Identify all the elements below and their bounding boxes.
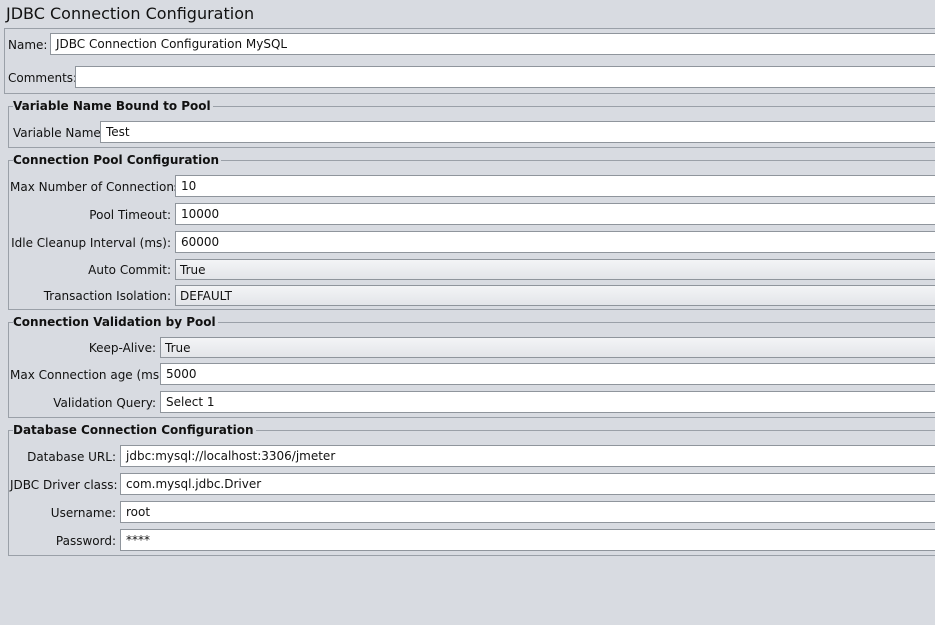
- database-url-field[interactable]: jdbc:mysql://localhost:3306/jmeter: [120, 445, 935, 467]
- keep-alive-label: Keep-Alive:: [88, 341, 156, 355]
- keep-alive-select[interactable]: True: [160, 337, 935, 358]
- auto-commit-label: Auto Commit:: [88, 263, 171, 277]
- database-url-label: Database URL:: [27, 450, 116, 464]
- pool-timeout-field[interactable]: 10000: [175, 203, 935, 225]
- name-label: Name:: [8, 38, 48, 52]
- transaction-isolation-label: Transaction Isolation:: [43, 289, 171, 303]
- comments-field[interactable]: [75, 66, 935, 88]
- driver-class-label: JDBC Driver class:: [10, 478, 118, 492]
- auto-commit-select[interactable]: True: [175, 259, 935, 280]
- variable-name-label: Variable Name:: [13, 126, 105, 140]
- pool-timeout-label: Pool Timeout:: [89, 208, 171, 222]
- max-connections-field[interactable]: 10: [175, 175, 935, 197]
- variable-name-field[interactable]: Test: [100, 121, 935, 143]
- idle-cleanup-label: Idle Cleanup Interval (ms):: [11, 236, 171, 250]
- name-field[interactable]: JDBC Connection Configuration MySQL: [50, 33, 935, 55]
- max-connections-label: Max Number of Connections:: [10, 180, 185, 194]
- comments-label: Comments:: [8, 71, 78, 85]
- username-field[interactable]: root: [120, 501, 935, 523]
- max-age-field[interactable]: 5000: [160, 363, 935, 385]
- connection-pool-title: Connection Pool Configuration: [13, 153, 222, 167]
- validation-title: Connection Validation by Pool: [13, 315, 218, 329]
- password-label: Password:: [55, 534, 116, 548]
- idle-cleanup-field[interactable]: 60000: [175, 231, 935, 253]
- database-title: Database Connection Configuration: [13, 423, 256, 437]
- password-field[interactable]: ****: [120, 529, 935, 551]
- max-age-label: Max Connection age (ms):: [10, 368, 168, 382]
- page-title: JDBC Connection Configuration: [6, 4, 255, 23]
- variable-pool-title: Variable Name Bound to Pool: [13, 99, 213, 113]
- transaction-isolation-select[interactable]: DEFAULT: [175, 285, 935, 306]
- validation-query-label: Validation Query:: [53, 396, 156, 410]
- driver-class-field[interactable]: com.mysql.jdbc.Driver: [120, 473, 935, 495]
- validation-query-field[interactable]: Select 1: [160, 391, 935, 413]
- username-label: Username:: [50, 506, 116, 520]
